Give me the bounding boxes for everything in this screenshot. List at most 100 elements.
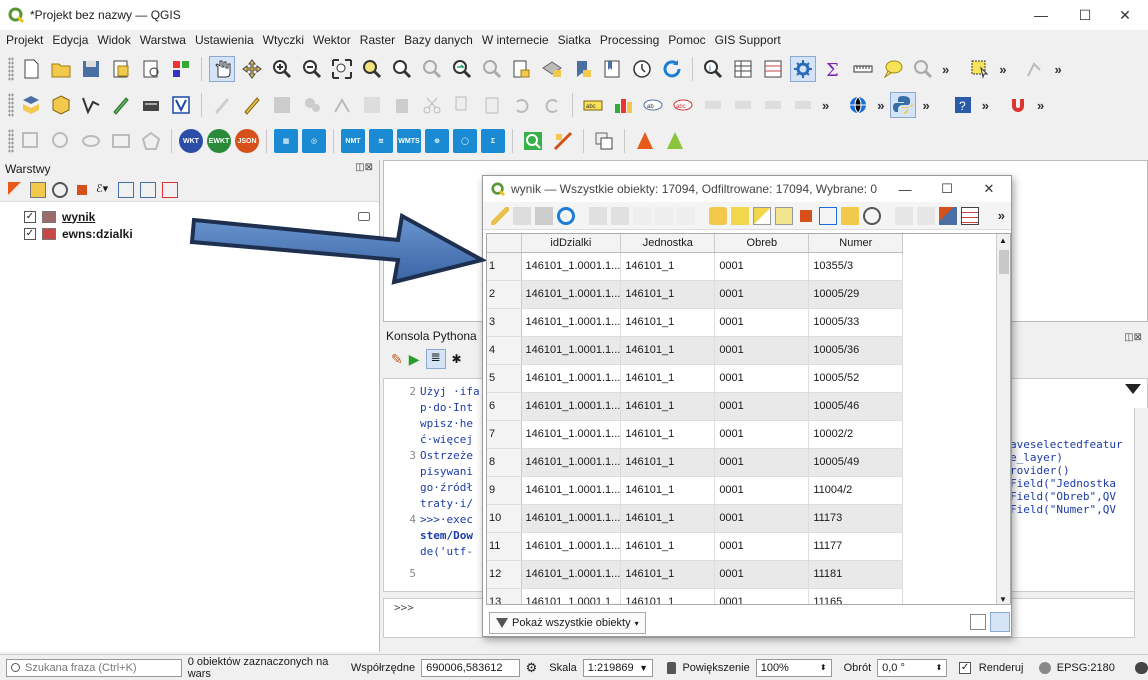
manage-visibility-icon[interactable] xyxy=(52,181,68,198)
cell-numer[interactable]: 10355/3 xyxy=(808,252,904,281)
new-map-view-icon[interactable] xyxy=(539,56,565,82)
label-toolbar-icon[interactable]: abc xyxy=(580,92,606,118)
cell-numer[interactable]: 11173 xyxy=(808,504,904,533)
paste-features-icon[interactable] xyxy=(479,92,505,118)
toolbar-more-button-4[interactable]: » xyxy=(822,98,829,113)
table-row[interactable]: 8 146101_1.0001.1... 146101_1 0001 10005/49 xyxy=(487,448,904,477)
options-icon[interactable]: ✱ xyxy=(452,352,462,366)
row-number-cell[interactable]: 7 xyxy=(487,420,522,449)
style-manager-icon[interactable] xyxy=(168,56,194,82)
table-row[interactable]: 9 146101_1.0001.1... 146101_1 0001 11004/2 xyxy=(487,476,904,505)
expand-all-icon[interactable] xyxy=(118,181,134,198)
row-number-cell[interactable]: 4 xyxy=(487,336,522,365)
open-attribute-table-icon[interactable] xyxy=(730,56,756,82)
modify-attributes-icon[interactable] xyxy=(359,92,385,118)
invert-selection-icon[interactable] xyxy=(753,206,771,225)
table-row[interactable]: 13 146101_1.0001.1... 146101_1 0001 11165 xyxy=(487,588,904,604)
current-edits-icon[interactable] xyxy=(209,92,235,118)
filter-select-icon[interactable] xyxy=(797,206,815,225)
measure-tool-icon[interactable] xyxy=(550,128,576,154)
cell-iddzialki[interactable]: 146101_1.0001.1... xyxy=(521,392,622,421)
layers-stack-icon[interactable]: ≋ xyxy=(369,129,393,153)
change-label-icon[interactable] xyxy=(790,92,816,118)
layer-visibility-checkbox[interactable]: ✓ xyxy=(24,210,36,223)
python-console-icon[interactable] xyxy=(890,92,917,118)
cell-iddzialki[interactable]: 146101_1.0001.1... xyxy=(521,252,622,281)
collapse-all-icon[interactable] xyxy=(140,181,156,198)
select-by-expression-icon[interactable] xyxy=(709,206,727,225)
polygon-digitize-icon[interactable] xyxy=(138,128,164,154)
toolbar-more-button-2[interactable]: » xyxy=(999,62,1006,77)
cell-jednostka[interactable]: 146101_1 xyxy=(620,280,716,309)
pan-map-icon[interactable] xyxy=(209,56,235,82)
stack-windows-icon[interactable] xyxy=(591,128,617,154)
cell-numer[interactable]: 10002/2 xyxy=(808,420,904,449)
row-number-cell[interactable]: 1 xyxy=(487,252,522,281)
new-field-icon[interactable] xyxy=(895,206,913,225)
new-bookmark-icon[interactable] xyxy=(509,56,535,82)
locator-icon[interactable] xyxy=(910,56,936,82)
editor-float-close-buttons[interactable]: ◫⊠ xyxy=(1124,332,1142,343)
cell-numer[interactable]: 11004/2 xyxy=(808,476,904,505)
toggle-editing-icon[interactable] xyxy=(239,92,265,118)
cell-obreb[interactable]: 0001 xyxy=(714,252,810,281)
uldk-plugin-icon[interactable] xyxy=(632,128,658,154)
row-number-cell[interactable]: 11 xyxy=(487,532,522,561)
cell-obreb[interactable]: 0001 xyxy=(714,448,810,477)
cell-iddzialki[interactable]: 146101_1.0001.1... xyxy=(521,364,622,393)
cell-jednostka[interactable]: 146101_1 xyxy=(620,504,716,533)
menu-warstwa[interactable]: Warstwa xyxy=(140,33,186,47)
highlight-pinned-labels-icon[interactable]: ab xyxy=(640,92,666,118)
toggle-editing-icon[interactable] xyxy=(491,206,509,225)
cell-jednostka[interactable]: 146101_1 xyxy=(620,336,716,365)
select-all-icon[interactable] xyxy=(731,206,749,225)
scale-field[interactable]: 1:219869 ▼ xyxy=(582,658,654,677)
menu-raster[interactable]: Raster xyxy=(360,33,395,47)
minimize-button[interactable]: — xyxy=(1018,0,1064,30)
zoom-last-icon[interactable] xyxy=(449,56,475,82)
messages-icon[interactable] xyxy=(1134,661,1148,674)
cut-features-icon[interactable] xyxy=(419,92,445,118)
filter-legend-icon[interactable] xyxy=(74,181,90,198)
delete-field-icon[interactable] xyxy=(917,206,935,225)
table-view-icon[interactable] xyxy=(990,612,1010,632)
cell-obreb[interactable]: 0001 xyxy=(714,532,810,561)
table-row[interactable]: 11 146101_1.0001.1... 146101_1 0001 11177 xyxy=(487,532,904,561)
cell-obreb[interactable]: 0001 xyxy=(714,476,810,505)
statistical-summary-icon[interactable]: Σ xyxy=(820,56,846,82)
statistical-summary-table-icon[interactable] xyxy=(760,56,786,82)
temporal-controller-icon[interactable] xyxy=(629,56,655,82)
wmts-icon[interactable]: WMTS xyxy=(397,129,421,153)
layer-visibility-checkbox[interactable]: ✓ xyxy=(24,227,36,240)
toggle-extents-icon[interactable]: ⚙ xyxy=(526,660,538,676)
pan-to-selection-icon[interactable] xyxy=(239,56,265,82)
row-number-cell[interactable]: 10 xyxy=(487,504,522,533)
column-header-jednostka[interactable]: Jednostka xyxy=(620,234,716,253)
row-number-cell[interactable]: 5 xyxy=(487,364,522,393)
move-selection-top-icon[interactable] xyxy=(819,206,837,225)
cell-jednostka[interactable]: 146101_1 xyxy=(620,476,716,505)
table-row[interactable]: 4 146101_1.0001.1... 146101_1 0001 10005/36 xyxy=(487,336,904,365)
nmt-icon[interactable]: NMT xyxy=(341,129,365,153)
remove-layer-icon[interactable] xyxy=(162,181,178,198)
copy-icon[interactable] xyxy=(655,206,673,225)
save-edits-icon[interactable] xyxy=(535,206,553,225)
diagram-options-icon[interactable] xyxy=(610,92,636,118)
cell-iddzialki[interactable]: 146101_1.0001.1... xyxy=(521,336,622,365)
select-features-icon[interactable] xyxy=(967,56,993,82)
menu-siatka[interactable]: Siatka xyxy=(558,33,591,47)
add-spatialite-icon[interactable] xyxy=(138,92,164,118)
row-number-cell[interactable]: 2 xyxy=(487,280,522,309)
menu-pomoc[interactable]: Pomoc xyxy=(668,33,705,47)
cell-iddzialki[interactable]: 146101_1.0001.1... xyxy=(521,476,622,505)
scrollbar-thumb[interactable] xyxy=(999,250,1009,274)
menu-projekt[interactable]: Projekt xyxy=(6,33,43,47)
dialog-maximize-button[interactable]: ☐ xyxy=(927,176,967,202)
add-group-icon[interactable] xyxy=(30,181,46,198)
new-print-layout-icon[interactable] xyxy=(108,56,134,82)
cell-obreb[interactable]: 0001 xyxy=(714,420,810,449)
close-button[interactable]: ✕ xyxy=(1102,0,1148,30)
row-number-cell[interactable]: 13 xyxy=(487,588,522,604)
dialog-toolbar-more-button[interactable]: » xyxy=(998,208,1005,223)
zoom-in-icon[interactable] xyxy=(269,56,295,82)
